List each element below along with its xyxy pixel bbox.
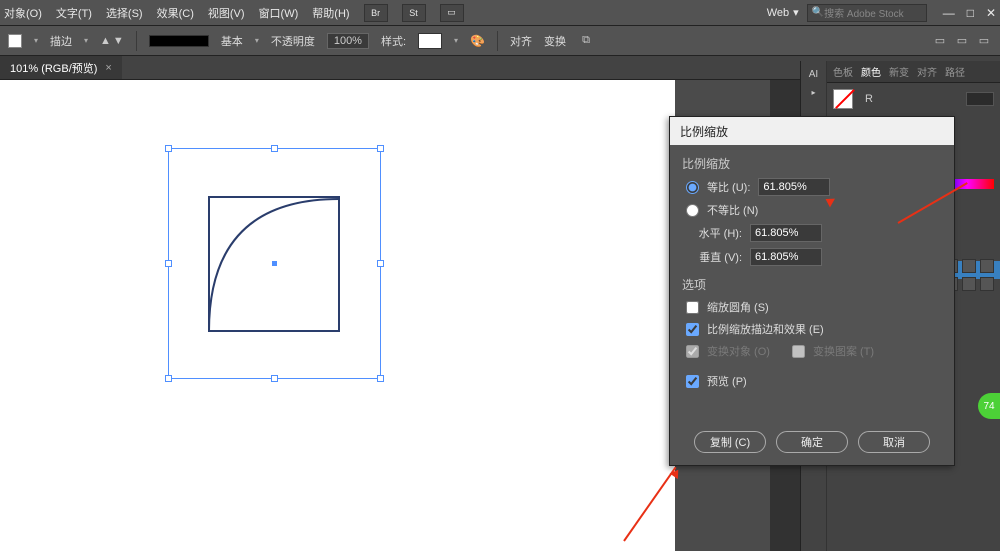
panel-toggle-icon[interactable]: ▭: [954, 33, 970, 49]
document-title: 101% (RGB/预览): [10, 60, 97, 76]
menu-view[interactable]: 视图(V): [208, 5, 245, 21]
style-swatch[interactable]: [418, 33, 442, 49]
copy-button[interactable]: 复制 (C): [694, 431, 766, 453]
stroke-label: 描边: [50, 33, 72, 49]
bridge-icon[interactable]: Br: [364, 4, 388, 22]
panel-strip-label: AI: [809, 69, 818, 80]
menu-effect[interactable]: 效果(C): [157, 5, 194, 21]
menu-window[interactable]: 窗口(W): [259, 5, 299, 21]
resize-handle[interactable]: [165, 375, 172, 382]
close-icon[interactable]: ✕: [986, 6, 996, 20]
resize-handle[interactable]: [271, 145, 278, 152]
action-icon[interactable]: [962, 259, 976, 273]
transform-label[interactable]: 变换: [544, 33, 566, 49]
resize-handle[interactable]: [165, 260, 172, 267]
arrange-icon[interactable]: ▭: [440, 4, 464, 22]
action-icon[interactable]: [980, 259, 994, 273]
scale-corners-checkbox[interactable]: [686, 301, 699, 314]
r-channel-label: R: [865, 93, 873, 105]
tab-pathfinder[interactable]: 路径: [945, 64, 965, 79]
opacity-label: 不透明度: [271, 33, 315, 49]
horizontal-value-input[interactable]: 61.805%: [750, 224, 822, 242]
uniform-label: 等比 (U):: [707, 179, 750, 195]
preview-label: 预览 (P): [707, 373, 747, 389]
workspace-switcher[interactable]: Web▾: [767, 6, 799, 19]
cancel-button[interactable]: 取消: [858, 431, 930, 453]
uniform-radio[interactable]: [686, 181, 699, 194]
menu-select[interactable]: 选择(S): [106, 5, 143, 21]
style-label: 样式:: [381, 33, 406, 49]
tab-color[interactable]: 颜色: [861, 64, 881, 79]
menu-object[interactable]: 对象(O): [4, 5, 42, 21]
status-badge[interactable]: 74: [978, 393, 1000, 419]
align-label[interactable]: 对齐: [510, 33, 532, 49]
vertical-value-input[interactable]: 61.805%: [750, 248, 822, 266]
panel-toggle-icon[interactable]: ▭: [976, 33, 992, 49]
brush-label: 基本: [221, 33, 243, 49]
tab-close-icon[interactable]: ×: [105, 62, 111, 74]
menubar: 对象(O) 文字(T) 选择(S) 效果(C) 视图(V) 窗口(W) 帮助(H…: [0, 0, 1000, 26]
isolate-icon[interactable]: ⧉: [578, 33, 594, 49]
tab-swatches[interactable]: 色板: [833, 64, 853, 79]
scale-corners-label: 缩放圆角 (S): [707, 299, 769, 315]
scale-dialog: 比例缩放 比例缩放 等比 (U): 61.805% 不等比 (N) 水平 (H)…: [669, 116, 955, 466]
workspace: [0, 80, 770, 551]
menu-type[interactable]: 文字(T): [56, 5, 92, 21]
transform-objects-label: 变换对象 (O): [707, 343, 770, 359]
resize-handle[interactable]: [377, 260, 384, 267]
selection-center-icon: [272, 261, 277, 266]
tab-align[interactable]: 对齐: [917, 64, 937, 79]
stroke-weight-stepper[interactable]: ▲▼: [100, 35, 124, 47]
section-scale: 比例缩放: [682, 155, 942, 172]
scale-strokes-label: 比例缩放描边和效果 (E): [707, 321, 824, 337]
resize-handle[interactable]: [271, 375, 278, 382]
maximize-icon[interactable]: □: [967, 6, 974, 20]
vertical-label: 垂直 (V):: [686, 249, 742, 265]
recolor-icon[interactable]: 🎨: [470, 34, 485, 48]
nonuniform-radio[interactable]: [686, 204, 699, 217]
section-options: 选项: [682, 276, 942, 293]
dialog-titlebar[interactable]: 比例缩放: [670, 117, 954, 145]
transform-patterns-label: 变换图案 (T): [813, 343, 874, 359]
resize-handle[interactable]: [377, 375, 384, 382]
document-tab[interactable]: 101% (RGB/预览) ×: [0, 56, 122, 79]
panel-toggle-icon[interactable]: ▭: [932, 33, 948, 49]
menu-help[interactable]: 帮助(H): [312, 5, 349, 21]
fill-none-icon[interactable]: [833, 89, 853, 109]
stock-icon[interactable]: St: [402, 4, 426, 22]
uniform-value-input[interactable]: 61.805%: [758, 178, 830, 196]
minimize-icon[interactable]: —: [943, 6, 955, 20]
stroke-style-preview[interactable]: [149, 35, 209, 47]
selection-box[interactable]: [168, 148, 381, 379]
transform-objects-checkbox: [686, 345, 699, 358]
action-icon[interactable]: [980, 277, 994, 291]
opacity-value[interactable]: 100%: [327, 33, 369, 49]
nonuniform-label: 不等比 (N): [707, 202, 758, 218]
ok-button[interactable]: 确定: [776, 431, 848, 453]
stock-search[interactable]: 🔍 搜索 Adobe Stock: [807, 4, 927, 22]
action-icon[interactable]: [962, 277, 976, 291]
scale-strokes-checkbox[interactable]: [686, 323, 699, 336]
r-value-input[interactable]: [966, 92, 994, 106]
fill-swatch[interactable]: [8, 34, 22, 48]
transform-patterns-checkbox: [792, 345, 805, 358]
resize-handle[interactable]: [165, 145, 172, 152]
horizontal-label: 水平 (H):: [686, 225, 742, 241]
tab-gradient[interactable]: 新变: [889, 64, 909, 79]
preview-checkbox[interactable]: [686, 375, 699, 388]
panel-tabs: 色板 颜色 新变 对齐 路径: [827, 61, 1000, 83]
control-bar: ▾ 描边 ▾ ▲▼ 基本▾ 不透明度 100% 样式: ▾ 🎨 对齐 变换 ⧉ …: [0, 26, 1000, 56]
resize-handle[interactable]: [377, 145, 384, 152]
